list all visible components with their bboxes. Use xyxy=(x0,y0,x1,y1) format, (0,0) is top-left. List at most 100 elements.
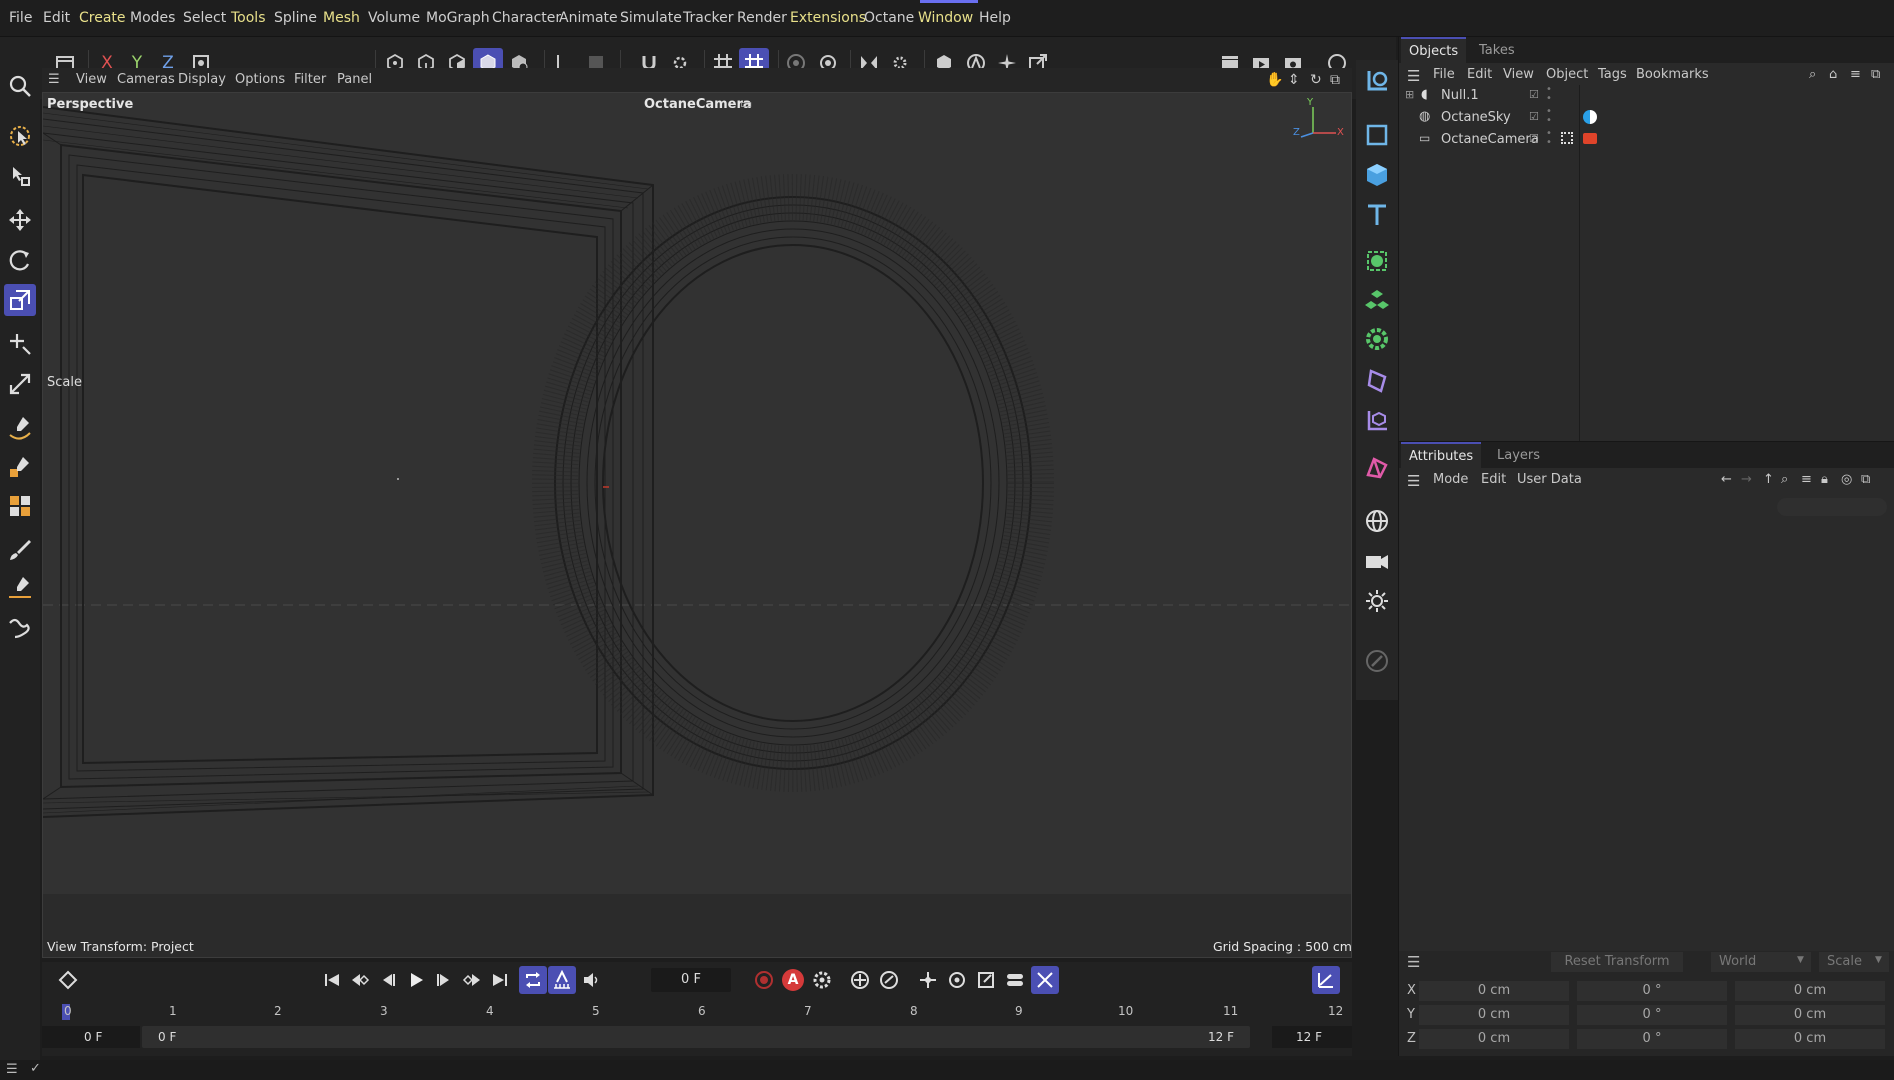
move-tool[interactable] xyxy=(4,204,36,236)
key-rotate-button[interactable] xyxy=(943,966,971,994)
previous-frame-button[interactable] xyxy=(374,966,402,994)
text-button[interactable] xyxy=(1360,198,1394,232)
loop-button[interactable] xyxy=(519,966,547,994)
target-icon[interactable]: ◎ xyxy=(1841,472,1852,487)
dolly-icon[interactable]: ⇕ xyxy=(1288,72,1300,88)
key-move-button[interactable] xyxy=(914,966,942,994)
menu-render[interactable]: Render xyxy=(737,10,787,26)
octane-camera-tag-icon[interactable] xyxy=(1583,133,1597,144)
attributes-menu-edit[interactable]: Edit xyxy=(1481,472,1506,487)
scale-tool[interactable] xyxy=(4,284,36,316)
visibility-dots-icon[interactable]: • • xyxy=(1546,129,1552,148)
preview-range-slider[interactable]: 0 F 12 F xyxy=(142,1026,1250,1048)
menu-character[interactable]: Character xyxy=(492,10,561,26)
search-icon[interactable]: ⌕ xyxy=(1781,472,1788,487)
preview-start-field[interactable]: 0 F xyxy=(42,1026,140,1048)
3d-viewport[interactable]: Perspective OctaneCamera ▭ Scale Y X Z V… xyxy=(42,92,1352,958)
camera-icon[interactable]: ▭ xyxy=(740,97,752,112)
camera-create-button[interactable] xyxy=(1360,544,1394,578)
coordinate-space-dropdown[interactable]: World xyxy=(1711,952,1811,972)
menu-create[interactable]: Create xyxy=(79,10,126,26)
environment-button[interactable] xyxy=(1360,504,1394,538)
field-button[interactable] xyxy=(1360,404,1394,438)
objects-menu-object[interactable]: Object xyxy=(1546,67,1588,82)
menu-simulate[interactable]: Simulate xyxy=(620,10,682,26)
autokey-button[interactable]: A xyxy=(779,966,807,994)
key-rotation-button[interactable] xyxy=(875,966,903,994)
menu-extensions[interactable]: Extensions xyxy=(790,10,866,26)
sketch-tool[interactable] xyxy=(4,612,36,644)
scale-extend-tool[interactable] xyxy=(4,368,36,400)
forward-arrow-icon[interactable]: → xyxy=(1741,472,1752,487)
light-create-button[interactable] xyxy=(1360,584,1394,618)
play-button[interactable] xyxy=(402,966,430,994)
knife-pen-tool[interactable] xyxy=(4,572,36,604)
attributes-menu-mode[interactable]: Mode xyxy=(1433,472,1468,487)
maximize-view-icon[interactable]: ⧉ xyxy=(1330,72,1340,88)
search-tool[interactable] xyxy=(4,70,36,102)
next-key-button[interactable] xyxy=(458,966,486,994)
visibility-dots-icon[interactable]: • • xyxy=(1546,107,1552,126)
viewport-menu-view[interactable]: View xyxy=(76,72,107,87)
rotation-z-field[interactable]: 0 ° xyxy=(1577,1029,1727,1049)
move-extend-tool[interactable] xyxy=(4,328,36,360)
viewport-menu-filter[interactable]: Filter xyxy=(294,72,326,87)
active-camera-label[interactable]: OctaneCamera xyxy=(644,97,752,112)
next-frame-button[interactable] xyxy=(430,966,458,994)
volume-button[interactable] xyxy=(1360,450,1394,484)
key-scale-button[interactable] xyxy=(972,966,1000,994)
objects-menu-edit[interactable]: Edit xyxy=(1467,67,1492,82)
filter-icon[interactable]: ≡ xyxy=(1801,472,1812,487)
pan-hand-icon[interactable]: ✋ xyxy=(1266,72,1283,88)
tab-layers[interactable]: Layers xyxy=(1489,446,1548,465)
visibility-check-icon[interactable]: ☑ xyxy=(1529,88,1539,101)
object-name[interactable]: Null.1 xyxy=(1441,88,1479,103)
menu-spline[interactable]: Spline xyxy=(274,10,317,26)
rotation-y-field[interactable]: 0 ° xyxy=(1577,1005,1727,1025)
menu-select[interactable]: Select xyxy=(183,10,226,26)
scale-y-field[interactable]: 0 cm xyxy=(1735,1005,1885,1025)
rotation-x-field[interactable]: 0 ° xyxy=(1577,981,1727,1001)
generators-button[interactable] xyxy=(1360,118,1394,152)
menu-volume[interactable]: Volume xyxy=(368,10,420,26)
current-frame-field[interactable]: 0 F xyxy=(651,968,731,992)
objects-menu-bookmarks[interactable]: Bookmarks xyxy=(1636,67,1709,82)
objects-menu-tags[interactable]: Tags xyxy=(1598,67,1627,82)
object-row-octanecamera[interactable]: ▭ OctaneCamera ☑ • • xyxy=(1399,129,1894,151)
filter-icon[interactable]: ≡ xyxy=(1850,67,1861,82)
go-to-end-button[interactable] xyxy=(486,966,514,994)
object-name[interactable]: OctaneSky xyxy=(1441,110,1511,125)
spline-point-tool[interactable] xyxy=(4,452,36,484)
rotate-tool[interactable] xyxy=(4,244,36,276)
lock-icon[interactable]: 🔒︎ xyxy=(1821,472,1828,487)
menu-modes[interactable]: Modes xyxy=(130,10,175,26)
tag-button[interactable] xyxy=(1360,644,1394,678)
coordinates-hamburger-icon[interactable]: ☰ xyxy=(1407,953,1420,971)
object-row-null[interactable]: ⊞ ◖ Null.1 ☑ • • xyxy=(1399,85,1894,107)
deformer-button[interactable] xyxy=(1360,364,1394,398)
attributes-search-field[interactable] xyxy=(1777,498,1887,516)
key-parameter-button[interactable] xyxy=(1001,966,1029,994)
visibility-dots-icon[interactable]: • • xyxy=(1546,85,1552,104)
menu-file[interactable]: File xyxy=(9,10,32,26)
sound-button[interactable] xyxy=(577,966,605,994)
spline-pen-tool[interactable] xyxy=(4,412,36,444)
record-button[interactable] xyxy=(750,966,778,994)
timeline-window-button[interactable] xyxy=(1312,966,1340,994)
viewport-menu-display[interactable]: Display xyxy=(178,72,226,87)
home-icon[interactable]: ⌂ xyxy=(1829,67,1837,82)
cube-button[interactable] xyxy=(1360,158,1394,192)
objects-hamburger-icon[interactable]: ☰ xyxy=(1407,67,1420,85)
position-x-field[interactable]: 0 cm xyxy=(1419,981,1569,1001)
menu-edit[interactable]: Edit xyxy=(43,10,70,26)
key-pla-button[interactable] xyxy=(1031,966,1059,994)
timeline-ruler[interactable]: 0 1 2 3 4 5 6 7 8 9 10 11 12 xyxy=(62,998,1343,1022)
viewport-camera-mode[interactable]: Perspective xyxy=(47,97,133,112)
keyframe-settings-button[interactable] xyxy=(808,966,836,994)
effector-button[interactable] xyxy=(1360,322,1394,356)
viewport-hamburger-icon[interactable]: ☰ xyxy=(48,72,60,87)
orbit-icon[interactable]: ↻ xyxy=(1310,72,1322,88)
object-row-octanesky[interactable]: ◍ OctaneSky ☑ • • xyxy=(1399,107,1894,129)
viewport-menu-panel[interactable]: Panel xyxy=(337,72,372,87)
spline-tool[interactable] xyxy=(1360,64,1394,98)
